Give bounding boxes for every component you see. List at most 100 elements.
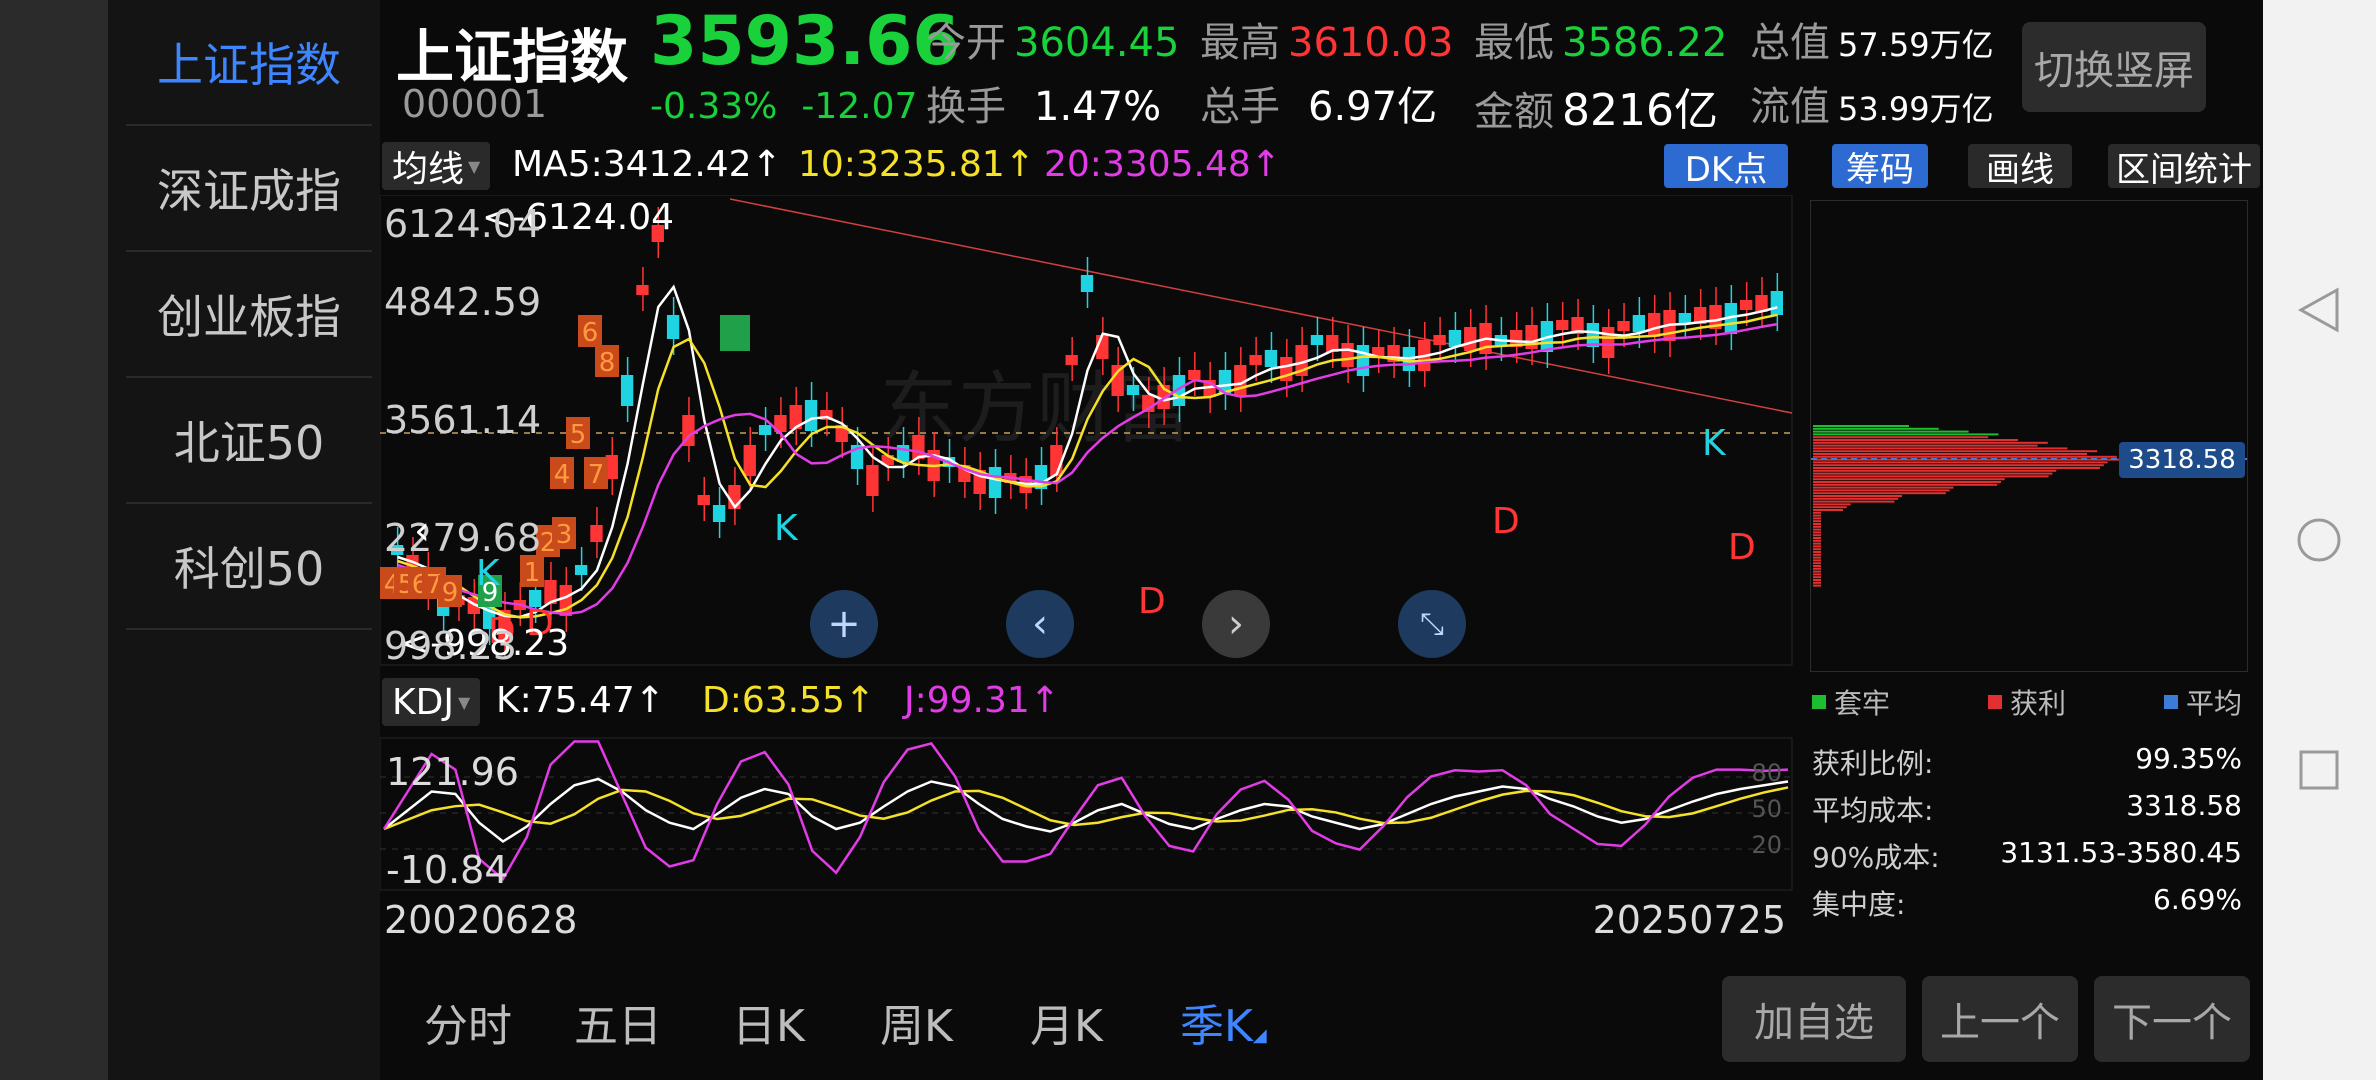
price-axis-label: 4842.59 (384, 280, 541, 324)
cost-90-label: 90%成本: (1812, 841, 1940, 874)
tab-monthly-k[interactable]: 月K (1030, 990, 1103, 1054)
stat-open-value: 3604.45 (1014, 20, 1180, 66)
legend-trapped: 套牢 (1812, 682, 1890, 722)
sidebar-item-szse-component[interactable]: 深证成指 (126, 126, 372, 252)
candle-body (866, 465, 879, 496)
tab-intraday[interactable]: 分时 (424, 990, 512, 1054)
tab-quarterly-k[interactable]: 季K◢ (1180, 990, 1267, 1054)
chip-bar (1813, 548, 1821, 551)
kdj-selector[interactable]: KDJ ▼ (382, 678, 481, 726)
legend-profit-label: 获利 (2010, 687, 2067, 720)
signal-mark: D (1728, 527, 1756, 568)
chip-bar (1813, 551, 1821, 553)
previous-button[interactable]: 上一个 (1922, 976, 2078, 1062)
collapse-icon[interactable]: ⤡ (1398, 590, 1466, 658)
range-stats-button[interactable]: 区间统计 (2108, 144, 2260, 190)
stat-high-value: 3610.03 (1288, 20, 1454, 66)
recents-icon[interactable] (2293, 744, 2345, 796)
legend-average-label: 平均 (2186, 687, 2243, 720)
draw-line-button[interactable]: 画线 (1968, 144, 2072, 190)
chip-bar (1813, 523, 1821, 525)
chevron-left-icon[interactable]: ‹ (414, 508, 430, 554)
tab-daily-k[interactable]: 日K (732, 990, 805, 1054)
kline-chart[interactable]: 东方财富 6854 72 3194567 9 KDKDDKDD <-6124.04 <… (380, 195, 1800, 975)
chip-bar (1813, 430, 1969, 433)
candle-body (712, 505, 726, 522)
chips-button[interactable]: 筹码 (1832, 144, 1928, 190)
candle-body (620, 375, 634, 406)
chip-bar (1813, 579, 1821, 581)
chip-bar (1813, 433, 1999, 436)
stat-open-label: 今开 (926, 20, 1006, 66)
candle-body (1249, 355, 1262, 365)
chip-bar (1813, 441, 2048, 444)
back-icon[interactable] (2293, 284, 2345, 336)
kdj-right-label-50: 50 (1751, 795, 1782, 823)
toggle-portrait-button[interactable]: 切换竖屏 (2022, 22, 2206, 112)
profit-ratio-value: 99.35% (2135, 742, 2242, 775)
chip-bar (1813, 506, 1847, 509)
count-badge: 6 (582, 318, 599, 348)
candle-body (1464, 327, 1477, 351)
candle-body (1740, 300, 1753, 310)
candle-body (666, 315, 680, 339)
tab-quarterly-k-label: 季K (1180, 1001, 1253, 1052)
tab-five-day[interactable]: 五日 (574, 990, 662, 1054)
chip-bar (1813, 514, 1821, 517)
concentration-value: 6.69% (2153, 883, 2242, 916)
scroll-left-icon[interactable]: ‹ (1006, 590, 1074, 658)
chip-bar (1813, 475, 2049, 478)
chip-bar (1813, 467, 2100, 469)
chip-bar (1813, 531, 1821, 534)
legend-trapped-label: 套牢 (1834, 687, 1891, 720)
dk-point-button[interactable]: DK点 (1664, 144, 1788, 190)
chip-bar (1813, 553, 1821, 556)
chip-bar (1813, 570, 1821, 573)
legend-average: 平均 (2164, 682, 2242, 722)
chip-bar (1813, 517, 1821, 520)
next-button[interactable]: 下一个 (2094, 976, 2250, 1062)
chip-bar (1813, 576, 1821, 579)
home-icon[interactable] (2293, 514, 2345, 566)
scroll-right-icon[interactable]: › (1202, 590, 1270, 658)
ma-selector[interactable]: 均线 ▼ (382, 142, 491, 190)
candle-body (1617, 321, 1630, 331)
sidebar-item-star50[interactable]: 科创50 (126, 504, 372, 630)
stat-volume-label: 总手 (1200, 84, 1280, 130)
signal-mark: D (1138, 581, 1166, 622)
zoom-in-icon[interactable]: + (810, 590, 878, 658)
signal-mark: D (1492, 501, 1520, 542)
legend-profit: 获利 (1988, 682, 2066, 722)
stat-float-value-value: 53.99万亿 (1838, 90, 1994, 128)
sidebar-item-chinext[interactable]: 创业板指 (126, 252, 372, 378)
stat-amount-value: 8216亿 (1562, 85, 1718, 136)
candle-body (1188, 370, 1201, 380)
candle-body (590, 525, 603, 542)
sidebar-item-bse50[interactable]: 北证50 (126, 378, 372, 504)
candle-body (697, 495, 710, 505)
count-badge: 4 (554, 460, 571, 490)
ma10-value: 10:3235.81↑ (798, 144, 1035, 185)
chip-bar (1813, 481, 2001, 483)
candle-body (804, 400, 818, 431)
chip-bar (1813, 489, 1950, 492)
tab-weekly-k[interactable]: 周K (880, 990, 953, 1054)
chip-bar (1813, 453, 2087, 455)
chip-bar (1813, 486, 1954, 489)
count-badge: 5 (570, 420, 587, 450)
chip-bar (1813, 584, 1821, 587)
add-watchlist-button[interactable]: 加自选 (1722, 976, 1906, 1062)
avg-cost-value: 3318.58 (2126, 789, 2242, 822)
kdj-axis-bottom: -10.84 (386, 848, 509, 892)
sidebar-item-sse-composite[interactable]: 上证指数 (126, 0, 372, 126)
chip-bar (1813, 562, 1821, 565)
chip-bar (1813, 495, 1902, 497)
candle-body (1632, 315, 1646, 332)
candle-body (1648, 313, 1661, 337)
legend-average-swatch (2164, 695, 2178, 709)
chip-bar (1813, 444, 2038, 447)
count-badge: 8 (599, 348, 616, 378)
stat-volume-value: 6.97亿 (1308, 84, 1438, 130)
count-badge: 1 (524, 558, 541, 588)
chip-bar (1813, 537, 1821, 539)
